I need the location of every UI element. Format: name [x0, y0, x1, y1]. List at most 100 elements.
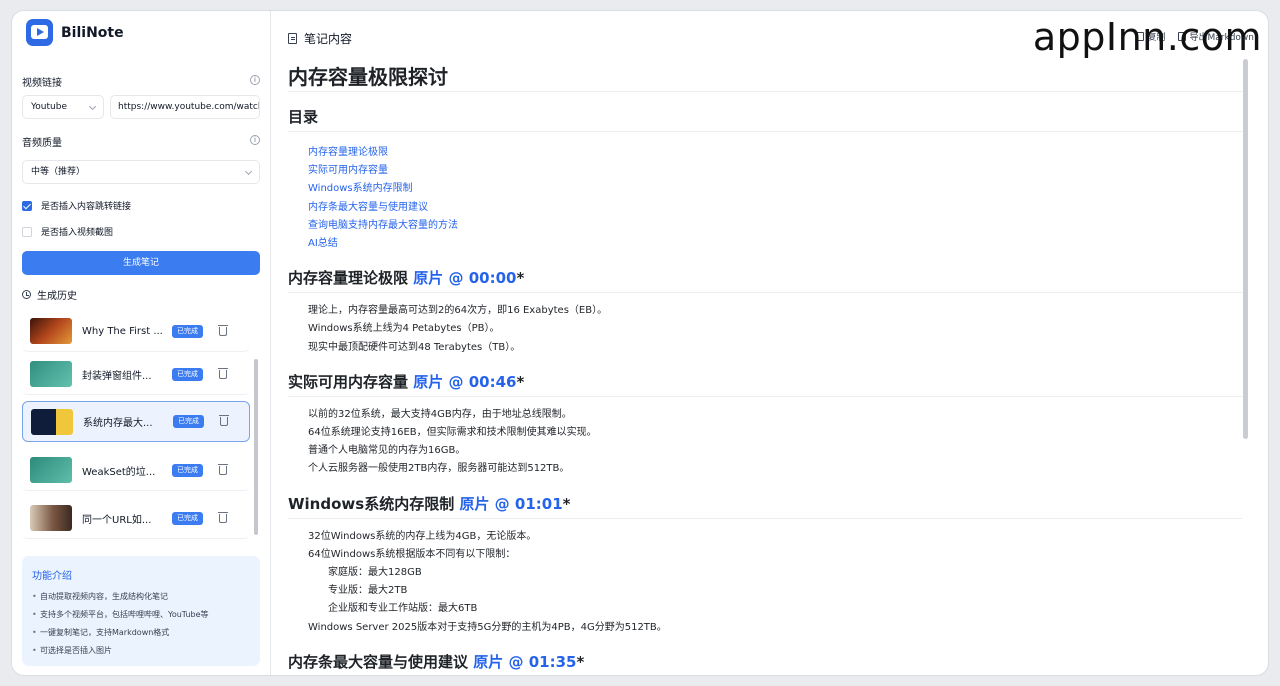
sidebar: BiliNote 视频链接 i Youtube https://www.yout… — [12, 11, 271, 675]
toc-link[interactable]: AI总结 — [308, 235, 1242, 253]
video-thumbnail — [30, 318, 72, 344]
trash-icon[interactable] — [218, 367, 228, 379]
heading-star: * — [562, 494, 571, 513]
history-item-title: 封装弹窗组件... — [82, 370, 152, 382]
feature-item: 支持多个视频平台，包括哔哩哔哩、YouTube等 — [32, 606, 250, 624]
history-item[interactable]: WeakSet的垃... 已完成 — [22, 450, 250, 491]
audio-quality-label: 音频质量 — [22, 138, 62, 149]
generate-note-button[interactable]: 生成笔记 — [22, 251, 260, 275]
history-item[interactable]: 封装弹窗组件... 已完成 — [22, 354, 250, 395]
list-item: Windows Server 2025版本对于支持5G分野的主机为4PB，4G分… — [308, 621, 667, 633]
note-section: Windows系统内存限制 原片 @ 01:01* 32位Windows系统的内… — [288, 493, 1242, 637]
feature-title: 功能介绍 — [32, 571, 72, 582]
platform-select[interactable]: Youtube — [22, 95, 104, 119]
trash-icon[interactable] — [218, 463, 228, 475]
feature-item: 自动提取视频内容，生成结构化笔记 — [32, 588, 250, 606]
trash-icon[interactable] — [219, 415, 229, 426]
note-panel: 笔记内容 复制 导出Markdown appInn.com 内存容量极限探讨 目… — [272, 11, 1268, 675]
status-badge: 已完成 — [172, 324, 203, 338]
table-of-contents: 内存容量理论极限 实际可用内存容量 Windows系统内存限制 内存条最大容量与… — [288, 144, 1242, 253]
note-section: 内存条最大容量与使用建议 原片 @ 01:35* — [288, 651, 1242, 675]
insert-links-option[interactable]: 是否插入内容跳转链接 — [22, 199, 131, 212]
note-header-title: 笔记内容 — [304, 32, 353, 46]
history-item-title: 系统内存最大... — [83, 418, 153, 429]
timestamp-link[interactable]: 原片 @ 00:46 — [413, 373, 516, 391]
history-scrollbar[interactable] — [254, 359, 258, 535]
section-list: 以前的32位系统，最大支持4GB内存，由于地址总线限制。 64位系统理论支持16… — [288, 406, 1242, 479]
list-item: 以前的32位系统，最大支持4GB内存，由于地址总线限制。 — [308, 408, 572, 420]
list-subitem: 家庭版：最大128GB — [328, 567, 422, 579]
note-scrollbar[interactable] — [1243, 59, 1248, 439]
heading-star: * — [576, 652, 585, 671]
brand: BiliNote — [26, 19, 124, 46]
section-heading-text: 实际可用内存容量 — [288, 372, 409, 391]
trash-icon[interactable] — [218, 511, 228, 523]
status-badge: 已完成 — [173, 415, 204, 428]
history-title-text: 生成历史 — [37, 291, 77, 302]
info-icon[interactable]: i — [250, 135, 260, 145]
list-subitem: 专业版：最大2TB — [328, 585, 408, 597]
feature-list: 自动提取视频内容，生成结构化笔记 支持多个视频平台，包括哔哩哔哩、YouTube… — [32, 588, 250, 660]
history-item-title: Why The First ... — [82, 325, 163, 337]
list-item: Windows系统上线为4 Petabytes（PB）。 — [308, 323, 500, 335]
history-title: 生成历史 — [22, 287, 77, 302]
insert-screenshot-option[interactable]: 是否插入视频截图 — [22, 225, 113, 238]
video-thumbnail — [30, 361, 72, 387]
section-list: 32位Windows系统的内存上线为4GB，无论版本。 64位Windows系统… — [288, 528, 1242, 637]
note-section: 内存容量理论极限 原片 @ 00:00* 理论上，内存容量最高可达到2的64次方… — [288, 267, 1242, 357]
document-icon — [288, 33, 297, 44]
insert-screenshot-label: 是否插入视频截图 — [41, 228, 114, 238]
bilinote-logo-icon — [26, 19, 53, 46]
history-item[interactable]: 同一个URL如... 已完成 — [22, 498, 250, 539]
list-subitem: 企业版和专业工作站版：最大6TB — [328, 603, 478, 615]
status-badge: 已完成 — [172, 463, 203, 477]
clock-icon — [22, 290, 31, 299]
heading-star: * — [516, 372, 525, 391]
timestamp-link[interactable]: 原片 @ 01:01 — [459, 495, 562, 513]
history-item-title: WeakSet的垃... — [82, 466, 156, 478]
toc-link[interactable]: 内存条最大容量与使用建议 — [308, 199, 1242, 217]
list-item: 普通个人电脑常见的内存为16GB。 — [308, 445, 466, 457]
list-item: 现实中最顶配硬件可达到48 Terabytes（TB）。 — [308, 341, 521, 353]
feature-item: 一键复制笔记，支持Markdown格式 — [32, 624, 250, 642]
info-icon[interactable]: i — [250, 75, 260, 85]
history-item-active[interactable]: 系统内存最大... 已完成 — [22, 401, 250, 442]
section-heading-text: 内存条最大容量与使用建议 — [288, 652, 469, 671]
note-header: 笔记内容 — [288, 30, 352, 47]
status-badge: 已完成 — [172, 511, 203, 525]
section-heading: 实际可用内存容量 原片 @ 00:46* — [288, 371, 1242, 397]
list-item: 个人云服务器一般使用2TB内存，服务器可能达到512TB。 — [308, 463, 570, 475]
trash-icon[interactable] — [218, 324, 228, 336]
insert-links-label: 是否插入内容跳转链接 — [41, 202, 132, 212]
list-item: 64位Windows系统根据版本不同有以下限制： — [308, 548, 516, 560]
audio-quality-select[interactable]: 中等（推荐） — [22, 160, 260, 184]
video-url-input[interactable]: https://www.youtube.com/watch — [110, 95, 260, 119]
toc-link[interactable]: Windows系统内存限制 — [308, 180, 1242, 198]
section-heading-text: 内存容量理论极限 — [288, 269, 409, 288]
chevron-down-icon — [244, 167, 253, 176]
video-thumbnail — [31, 408, 73, 435]
toc-title: 目录 — [288, 106, 1242, 132]
chevron-down-icon — [88, 102, 97, 111]
timestamp-link[interactable]: 原片 @ 00:00 — [413, 269, 516, 287]
history-item-title: 同一个URL如... — [82, 514, 152, 526]
note-title: 内存容量极限探讨 — [288, 61, 1242, 92]
section-heading: Windows系统内存限制 原片 @ 01:01* — [288, 493, 1242, 519]
toc-link[interactable]: 查询电脑支持内存最大容量的方法 — [308, 217, 1242, 235]
section-heading: 内存条最大容量与使用建议 原片 @ 01:35* — [288, 651, 1242, 675]
audio-quality-value: 中等（推荐） — [31, 167, 86, 177]
insert-screenshot-checkbox[interactable] — [22, 226, 32, 237]
list-item: 64位系统理论支持16EB，但实际需求和技术限制使其难以实现。 — [308, 427, 597, 439]
insert-links-checkbox[interactable] — [22, 200, 32, 211]
video-link-label: 视频链接 — [22, 78, 62, 89]
history-item[interactable]: Why The First ... 已完成 — [22, 311, 250, 352]
platform-value: Youtube — [31, 102, 67, 112]
watermark: appInn.com — [1032, 15, 1262, 59]
toc-link[interactable]: 实际可用内存容量 — [308, 162, 1242, 180]
timestamp-link[interactable]: 原片 @ 01:35 — [473, 653, 576, 671]
section-list: 理论上，内存容量最高可达到2的64次方，即16 Exabytes（EB）。 Wi… — [288, 302, 1242, 357]
brand-name: BiliNote — [61, 24, 124, 41]
toc-link[interactable]: 内存容量理论极限 — [308, 144, 1242, 162]
section-heading: 内存容量理论极限 原片 @ 00:00* — [288, 267, 1242, 294]
list-item: 32位Windows系统的内存上线为4GB，无论版本。 — [308, 530, 537, 542]
